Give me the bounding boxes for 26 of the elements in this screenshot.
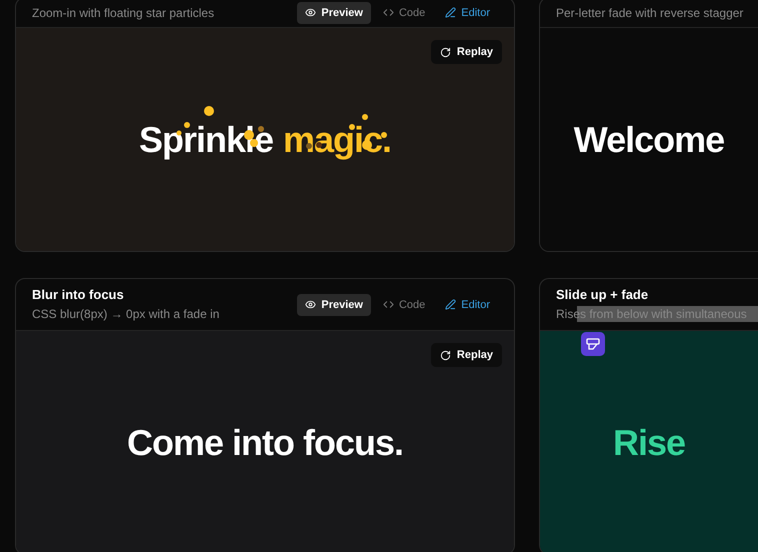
card-title: Slide up + fade	[556, 287, 650, 303]
view-tab[interactable]: Preview	[297, 2, 371, 24]
replay-button[interactable]: Replay	[430, 40, 502, 64]
card-title: Blur into focus	[32, 287, 125, 303]
card-subtitle: Per-letter fade with reverse stagger	[556, 4, 744, 20]
preview-text: Rise	[612, 422, 686, 464]
view-tab[interactable]: Code	[374, 294, 434, 316]
pencil-icon	[445, 7, 456, 18]
replay-icon	[440, 46, 451, 58]
eye-icon	[305, 299, 316, 310]
card-subtitle: CSS blur(8px) → 0px with a fade in	[32, 306, 220, 322]
preview-text: Sprinkle	[138, 118, 273, 160]
replay-icon	[440, 350, 451, 360]
view-tab[interactable]: Preview	[297, 294, 371, 316]
editor-link[interactable]: Editor	[437, 2, 498, 24]
code-icon	[382, 7, 394, 18]
view-tab[interactable]: Code	[374, 2, 434, 24]
preview-text: Come into focus.	[126, 422, 403, 464]
pencil-icon	[445, 299, 456, 310]
editor-link[interactable]: Editor	[437, 294, 498, 316]
card-subtitle: Zoom-in with floating star particles	[32, 4, 216, 20]
eye-icon	[305, 7, 316, 18]
replay-button[interactable]: Replay	[430, 343, 502, 367]
extension-icon[interactable]	[581, 332, 605, 356]
code-icon	[382, 299, 394, 310]
preview-text: Welcome	[574, 118, 724, 160]
